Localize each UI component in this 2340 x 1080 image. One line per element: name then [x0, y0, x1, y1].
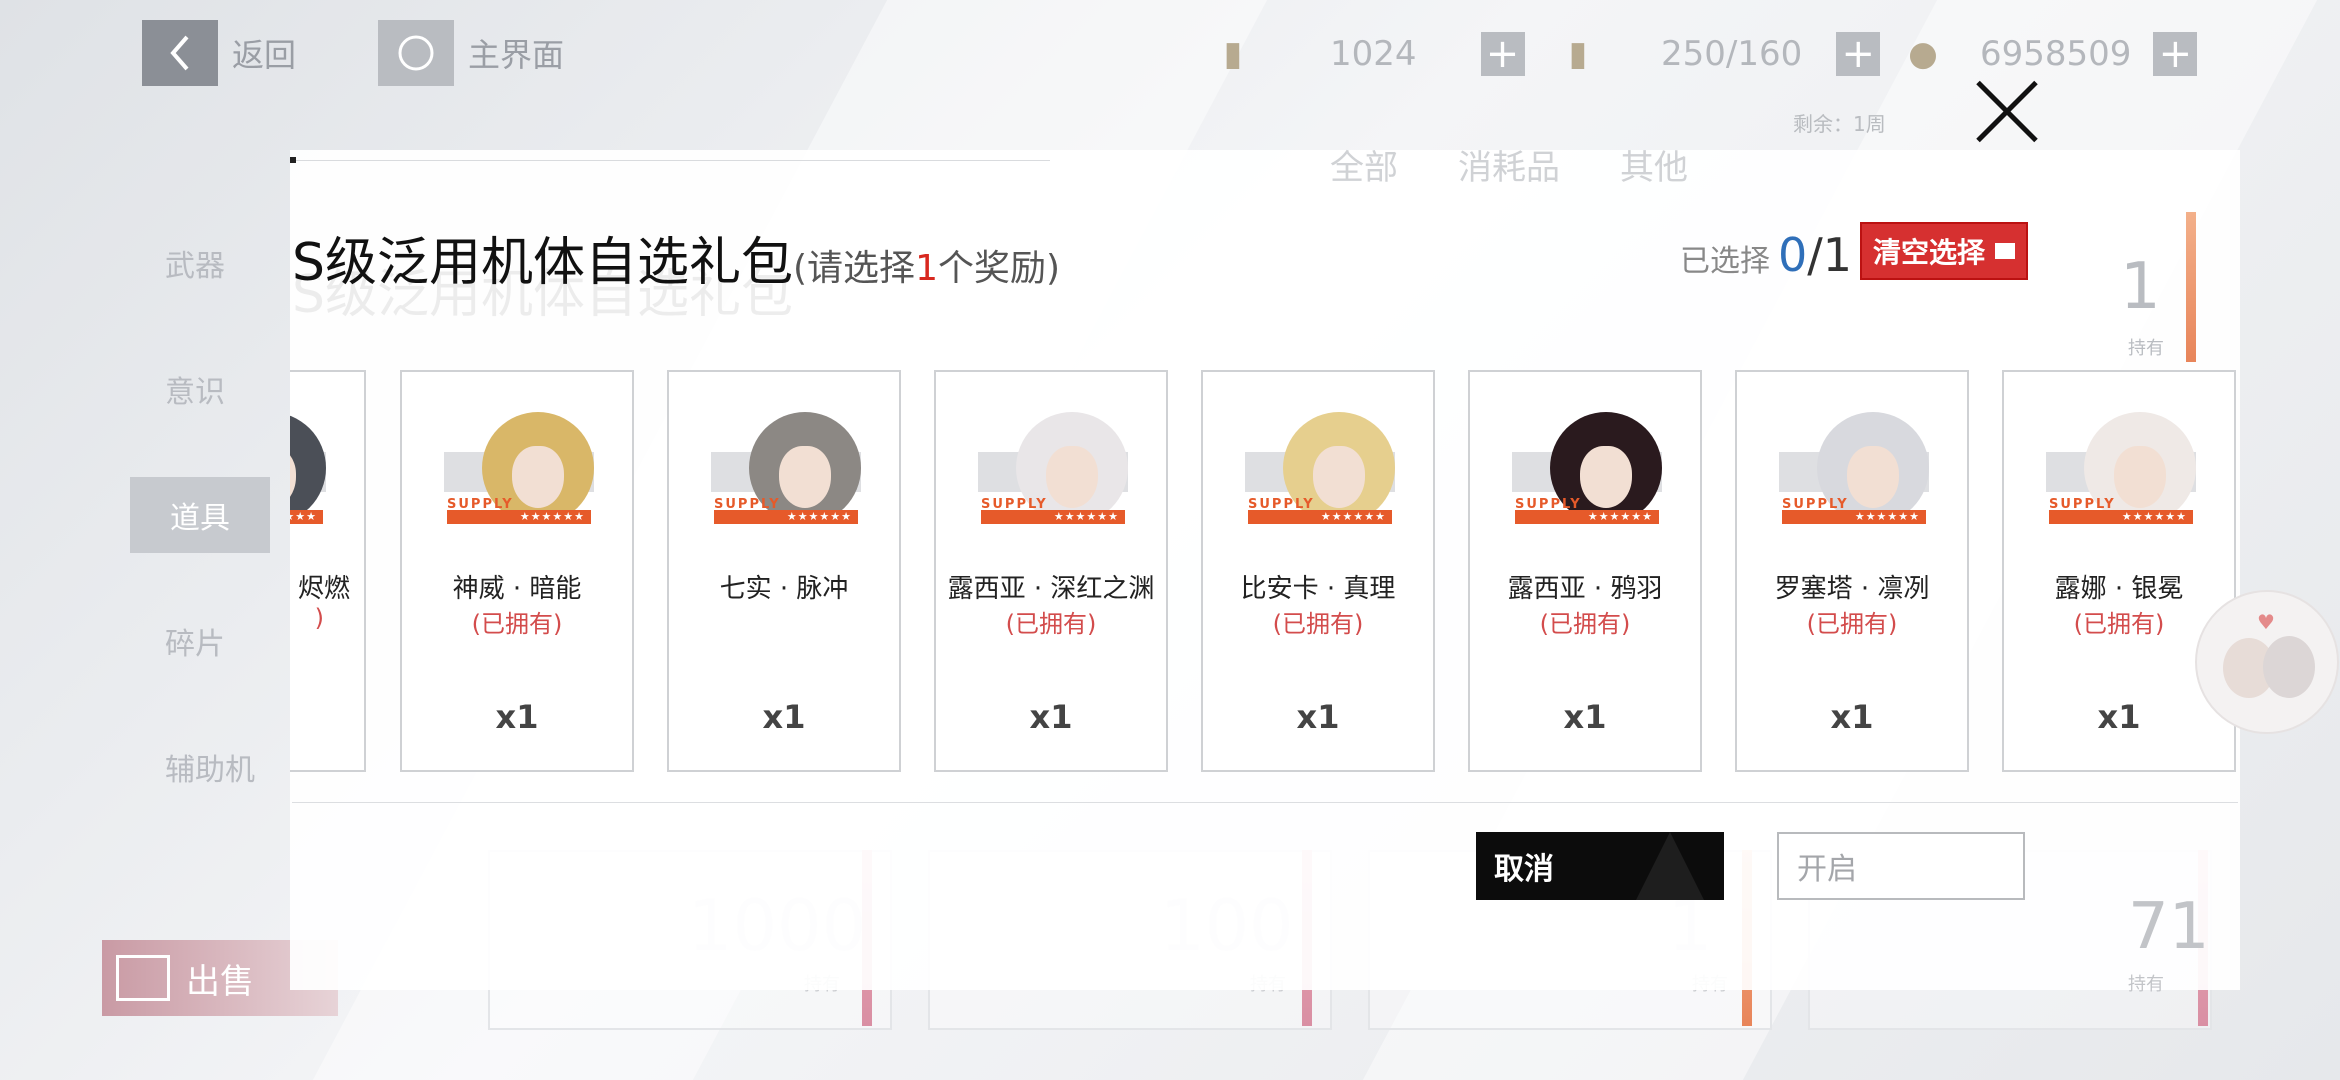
- filter-tabs: 全部 消耗品 其他: [1330, 140, 1688, 189]
- fuel-cell-icon: ▮: [1223, 34, 1243, 74]
- rarity-stars: ★★★★★★: [447, 510, 591, 524]
- holding-label: 持有: [2128, 974, 2164, 995]
- owned-status: (已拥有): [1806, 610, 1898, 638]
- sidebar-item-memory[interactable]: 意识: [0, 326, 290, 452]
- character-name: 比安卡 · 真理: [1240, 574, 1396, 604]
- inventory-count: 71: [2128, 890, 2210, 964]
- rarity-bar: [2186, 212, 2196, 362]
- owned-status: ): [314, 604, 324, 632]
- inventory-count: 1: [2120, 250, 2161, 324]
- sidebar-item-items[interactable]: 道具: [0, 452, 290, 578]
- back-button[interactable]: 返回: [142, 20, 296, 86]
- reward-card-strip[interactable]: SUPPLY★★★烬燃)SUPPLY★★★★★★神威 · 暗能(已拥有)x1SU…: [290, 360, 2238, 780]
- character-name: 烬燃: [297, 574, 350, 604]
- add-fuel-button[interactable]: +: [1480, 31, 1525, 77]
- dialog-title: S级泛用机体自选礼包(请选择1个奖励): [292, 233, 1061, 293]
- add-energy-button[interactable]: +: [1836, 31, 1881, 77]
- character-name: 露西亚 · 鸦羽: [1507, 574, 1663, 604]
- back-arrow-icon: [170, 35, 189, 71]
- home-circle-icon: [398, 35, 434, 71]
- character-portrait: [290, 412, 326, 524]
- cat-icon: [2263, 636, 2315, 698]
- rarity-stars: ★★★★★★: [1515, 510, 1659, 524]
- rarity-stars: ★★★★★★: [2049, 510, 2193, 524]
- reward-card[interactable]: SUPPLY ★★★★★★ 比安卡 · 真理 (已拥有) x1: [1201, 370, 1435, 772]
- sidebar-item-weapons[interactable]: 武器: [0, 200, 290, 326]
- reward-card[interactable]: SUPPLY ★★★★★★ 露西亚 · 深红之渊 (已拥有) x1: [934, 370, 1168, 772]
- reward-card[interactable]: SUPPLY ★★★★★★ 神威 · 暗能 (已拥有) x1: [400, 370, 634, 772]
- resource-value: 1024: [1330, 34, 1417, 74]
- dialog-bottom-divider: [292, 802, 2238, 803]
- decor-triangle: [1636, 832, 1704, 900]
- reward-card[interactable]: SUPPLY ★★★★★★ 露娜 · 银冕 (已拥有) x1: [2002, 370, 2236, 772]
- reward-card[interactable]: SUPPLY ★★★★★★ 露西亚 · 鸦羽 (已拥有) x1: [1468, 370, 1702, 772]
- reward-quantity: x1: [1830, 698, 1874, 736]
- reward-quantity: x1: [495, 698, 539, 736]
- rarity-stars: ★★★★★★: [1248, 510, 1392, 524]
- rarity-stars: ★★★★★★: [981, 510, 1125, 524]
- rarity-stars: ★★★: [290, 510, 323, 524]
- owned-status: (已拥有): [1272, 610, 1364, 638]
- selection-counter: 已选择 0 /1: [1680, 228, 1853, 282]
- add-coin-button[interactable]: +: [2153, 31, 2198, 77]
- holding-label: 持有: [2128, 338, 2164, 359]
- resource-energy: ▮ 250/160 +: [1555, 28, 1881, 80]
- reward-card[interactable]: SUPPLY ★★★★★★ 罗塞塔 · 凛冽 (已拥有) x1: [1735, 370, 1969, 772]
- character-name: 露西亚 · 深红之渊: [947, 574, 1155, 604]
- character-name: 露娜 · 银冕: [2054, 574, 2184, 604]
- rarity-stars: ★★★★★★: [1782, 510, 1926, 524]
- owned-status: (已拥有): [1539, 610, 1631, 638]
- character-name: 七实 · 脉冲: [719, 574, 849, 604]
- reward-quantity: x1: [762, 698, 806, 736]
- reward-card[interactable]: SUPPLY ★★★★★★ 七实 · 脉冲 x1: [667, 370, 901, 772]
- resource-value: 250/160: [1661, 34, 1803, 74]
- floating-assistant-avatar[interactable]: [2195, 590, 2339, 734]
- eraser-icon: [1995, 243, 2015, 259]
- resource-fuel: ▮ 1024 +: [1210, 28, 1525, 80]
- sidebar: 武器 意识 道具 碎片 辅助机: [0, 200, 290, 830]
- home-button[interactable]: 主界面: [378, 20, 564, 86]
- dialog-top-divider: [290, 157, 1050, 163]
- resource-value: 6958509: [1980, 34, 2132, 74]
- filter-consumables[interactable]: 消耗品: [1458, 140, 1560, 189]
- sidebar-item-fragments[interactable]: 碎片: [0, 578, 290, 704]
- character-name: 罗塞塔 · 凛冽: [1774, 574, 1930, 604]
- remaining-time: 剩余：1周: [1793, 112, 1886, 136]
- reward-card[interactable]: SUPPLY★★★烬燃): [290, 370, 366, 772]
- reward-quantity: x1: [2097, 698, 2141, 736]
- sidebar-item-pets[interactable]: 辅助机: [0, 704, 290, 830]
- owned-status: (已拥有): [471, 610, 563, 638]
- sell-icon: [116, 955, 170, 1001]
- close-icon[interactable]: [1972, 76, 2042, 146]
- open-button[interactable]: 开启: [1777, 832, 2025, 900]
- filter-all[interactable]: 全部: [1330, 140, 1398, 189]
- energy-drink-icon: ▮: [1568, 34, 1588, 74]
- home-label: 主界面: [468, 36, 565, 74]
- rarity-stars: ★★★★★★: [714, 510, 858, 524]
- resource-coin: ● 6958509 +: [1900, 28, 2198, 80]
- back-label: 返回: [232, 36, 297, 74]
- reward-quantity: x1: [1029, 698, 1073, 736]
- clear-selection-button[interactable]: 清空选择: [1860, 222, 2028, 280]
- character-name: 神威 · 暗能: [452, 574, 582, 604]
- cancel-button[interactable]: 取消: [1476, 832, 1724, 900]
- owned-status: (已拥有): [1005, 610, 1097, 638]
- reward-quantity: x1: [1296, 698, 1340, 736]
- coin-icon: ●: [1908, 34, 1938, 74]
- reward-quantity: x1: [1563, 698, 1607, 736]
- filter-other[interactable]: 其他: [1620, 140, 1688, 189]
